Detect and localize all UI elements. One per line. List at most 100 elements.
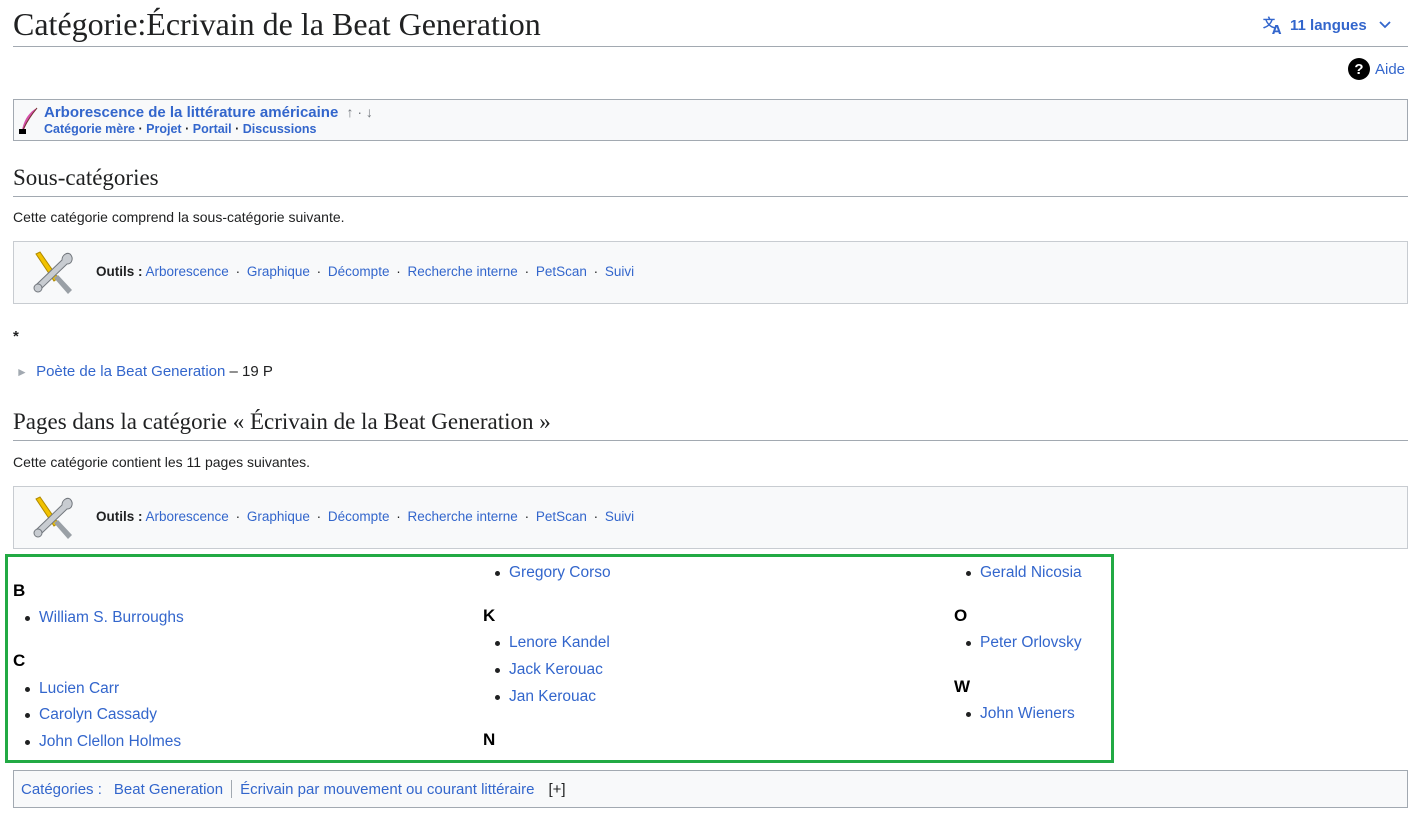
page-link[interactable]: Jan Kerouac xyxy=(509,688,596,706)
tool-link-decompte[interactable]: Décompte xyxy=(328,509,390,524)
divider xyxy=(231,780,233,798)
project-link[interactable]: Projet xyxy=(146,122,181,136)
tool-link-recherche[interactable]: Recherche interne xyxy=(407,264,517,279)
tool-link-petscan[interactable]: PetScan xyxy=(536,264,587,279)
separator: · xyxy=(185,122,190,136)
translate-icon: 文 A xyxy=(1262,14,1284,36)
page-link[interactable]: Peter Orlovsky xyxy=(980,634,1082,652)
discussions-link[interactable]: Discussions xyxy=(243,122,317,136)
category-link-beat-generation[interactable]: Beat Generation xyxy=(114,781,223,798)
tool-link-petscan[interactable]: PetScan xyxy=(536,509,587,524)
group-letter-c: C xyxy=(13,651,26,670)
parent-category-link[interactable]: Catégorie mère xyxy=(44,122,135,136)
page-link[interactable]: Gregory Corso xyxy=(509,564,611,582)
tools-label: Outils : xyxy=(96,264,143,279)
tools-label: Outils : xyxy=(96,509,143,524)
bullet xyxy=(495,570,500,576)
expand-triangle-icon[interactable]: ► xyxy=(16,365,28,379)
subcategory-count: – 19 P xyxy=(229,363,273,380)
list-item: John Clellon Holmes xyxy=(25,733,181,751)
page-title: Catégorie:Écrivain de la Beat Generation xyxy=(13,6,541,42)
tools-links: Outils : Arborescence · Graphique · Déco… xyxy=(96,509,634,524)
bullet xyxy=(495,694,500,700)
list-item: Gregory Corso xyxy=(495,564,611,582)
list-item: Jan Kerouac xyxy=(495,688,596,706)
page-link[interactable]: William S. Burroughs xyxy=(39,609,184,627)
page-link[interactable]: Carolyn Cassady xyxy=(39,706,157,724)
tools-box: Outils : Arborescence · Graphique · Déco… xyxy=(13,241,1408,304)
tool-link-suivi[interactable]: Suivi xyxy=(605,264,634,279)
category-link-ecrivain-mouvement[interactable]: Écrivain par mouvement ou courant littér… xyxy=(240,781,534,798)
page-link[interactable]: Lenore Kandel xyxy=(509,634,610,652)
help-link[interactable]: ? Aide xyxy=(1348,58,1405,80)
subcategory-item: ► Poète de la Beat Generation – 19 P xyxy=(16,363,273,380)
separator: · xyxy=(316,509,322,524)
bullet xyxy=(495,667,500,673)
bullet xyxy=(25,615,30,621)
tree-main-link[interactable]: Arborescence de la littérature américain… xyxy=(44,104,338,121)
tool-link-arborescence[interactable]: Arborescence xyxy=(146,509,229,524)
section-divider xyxy=(13,440,1408,441)
list-item: William S. Burroughs xyxy=(25,609,184,627)
list-item: Gerald Nicosia xyxy=(966,564,1082,582)
tool-link-suivi[interactable]: Suivi xyxy=(605,509,634,524)
subcategories-heading: Sous-catégories xyxy=(13,165,159,190)
tool-link-arborescence[interactable]: Arborescence xyxy=(146,264,229,279)
bullet xyxy=(966,711,971,717)
chevron-down-icon xyxy=(1379,18,1391,32)
categories-label[interactable]: Catégories : xyxy=(21,781,102,798)
separator: · xyxy=(524,509,530,524)
subcategories-description: Cette catégorie comprend la sous-catégor… xyxy=(13,209,345,225)
portal-link[interactable]: Portail xyxy=(193,122,232,136)
title-divider xyxy=(13,46,1408,47)
group-letter-b: B xyxy=(13,581,26,600)
tree-arrows[interactable]: ↑ · ↓ xyxy=(346,104,372,120)
group-letter-k: K xyxy=(483,606,496,625)
separator: · xyxy=(593,264,599,279)
page-link[interactable]: Gerald Nicosia xyxy=(980,564,1082,582)
tools-icon xyxy=(33,251,73,294)
page-link[interactable]: Lucien Carr xyxy=(39,680,119,698)
page-link[interactable]: Jack Kerouac xyxy=(509,661,603,679)
help-icon: ? xyxy=(1348,58,1370,80)
separator: · xyxy=(138,122,143,136)
pages-listing: B William S. Burroughs C Lucien Carr Car… xyxy=(5,554,1114,763)
tool-link-graphique[interactable]: Graphique xyxy=(247,509,310,524)
separator: · xyxy=(235,264,241,279)
tool-link-recherche[interactable]: Recherche interne xyxy=(407,509,517,524)
tools-box: Outils : Arborescence · Graphique · Déco… xyxy=(13,486,1408,549)
separator: · xyxy=(524,264,530,279)
section-divider xyxy=(13,196,1408,197)
list-item: Peter Orlovsky xyxy=(966,634,1082,652)
separator: · xyxy=(396,509,401,524)
tool-link-decompte[interactable]: Décompte xyxy=(328,264,390,279)
tools-icon xyxy=(33,496,73,539)
svg-text:A: A xyxy=(1272,23,1282,36)
group-letter-w: W xyxy=(954,677,971,696)
bullet xyxy=(25,686,30,692)
subcategory-link[interactable]: Poète de la Beat Generation xyxy=(36,363,225,380)
separator: · xyxy=(235,122,240,136)
list-item: Lucien Carr xyxy=(25,680,119,698)
pages-description: Cette catégorie contient les 11 pages su… xyxy=(13,454,311,470)
category-links-bar: Catégories : Beat Generation Écrivain pa… xyxy=(13,770,1408,808)
group-letter-o: O xyxy=(954,606,968,625)
separator: · xyxy=(235,509,241,524)
help-label: Aide xyxy=(1375,60,1406,78)
languages-button[interactable]: 文 A 11 langues xyxy=(1262,14,1391,36)
list-item: Jack Kerouac xyxy=(495,661,603,679)
bullet xyxy=(25,739,30,745)
quill-icon xyxy=(19,107,38,134)
tree-sub-links: Catégorie mère · Projet · Portail · Disc… xyxy=(44,122,316,136)
list-item: Lenore Kandel xyxy=(495,634,610,652)
tools-links: Outils : Arborescence · Graphique · Déco… xyxy=(96,264,634,279)
tool-link-graphique[interactable]: Graphique xyxy=(247,264,310,279)
group-letter-star: * xyxy=(13,328,19,345)
page-link[interactable]: John Wieners xyxy=(980,705,1075,723)
list-item: Carolyn Cassady xyxy=(25,706,157,724)
page-link[interactable]: John Clellon Holmes xyxy=(39,733,181,751)
separator: · xyxy=(316,264,322,279)
separator: · xyxy=(396,264,401,279)
expand-categories-button[interactable]: [+] xyxy=(548,781,565,798)
languages-label: 11 langues xyxy=(1290,16,1367,34)
